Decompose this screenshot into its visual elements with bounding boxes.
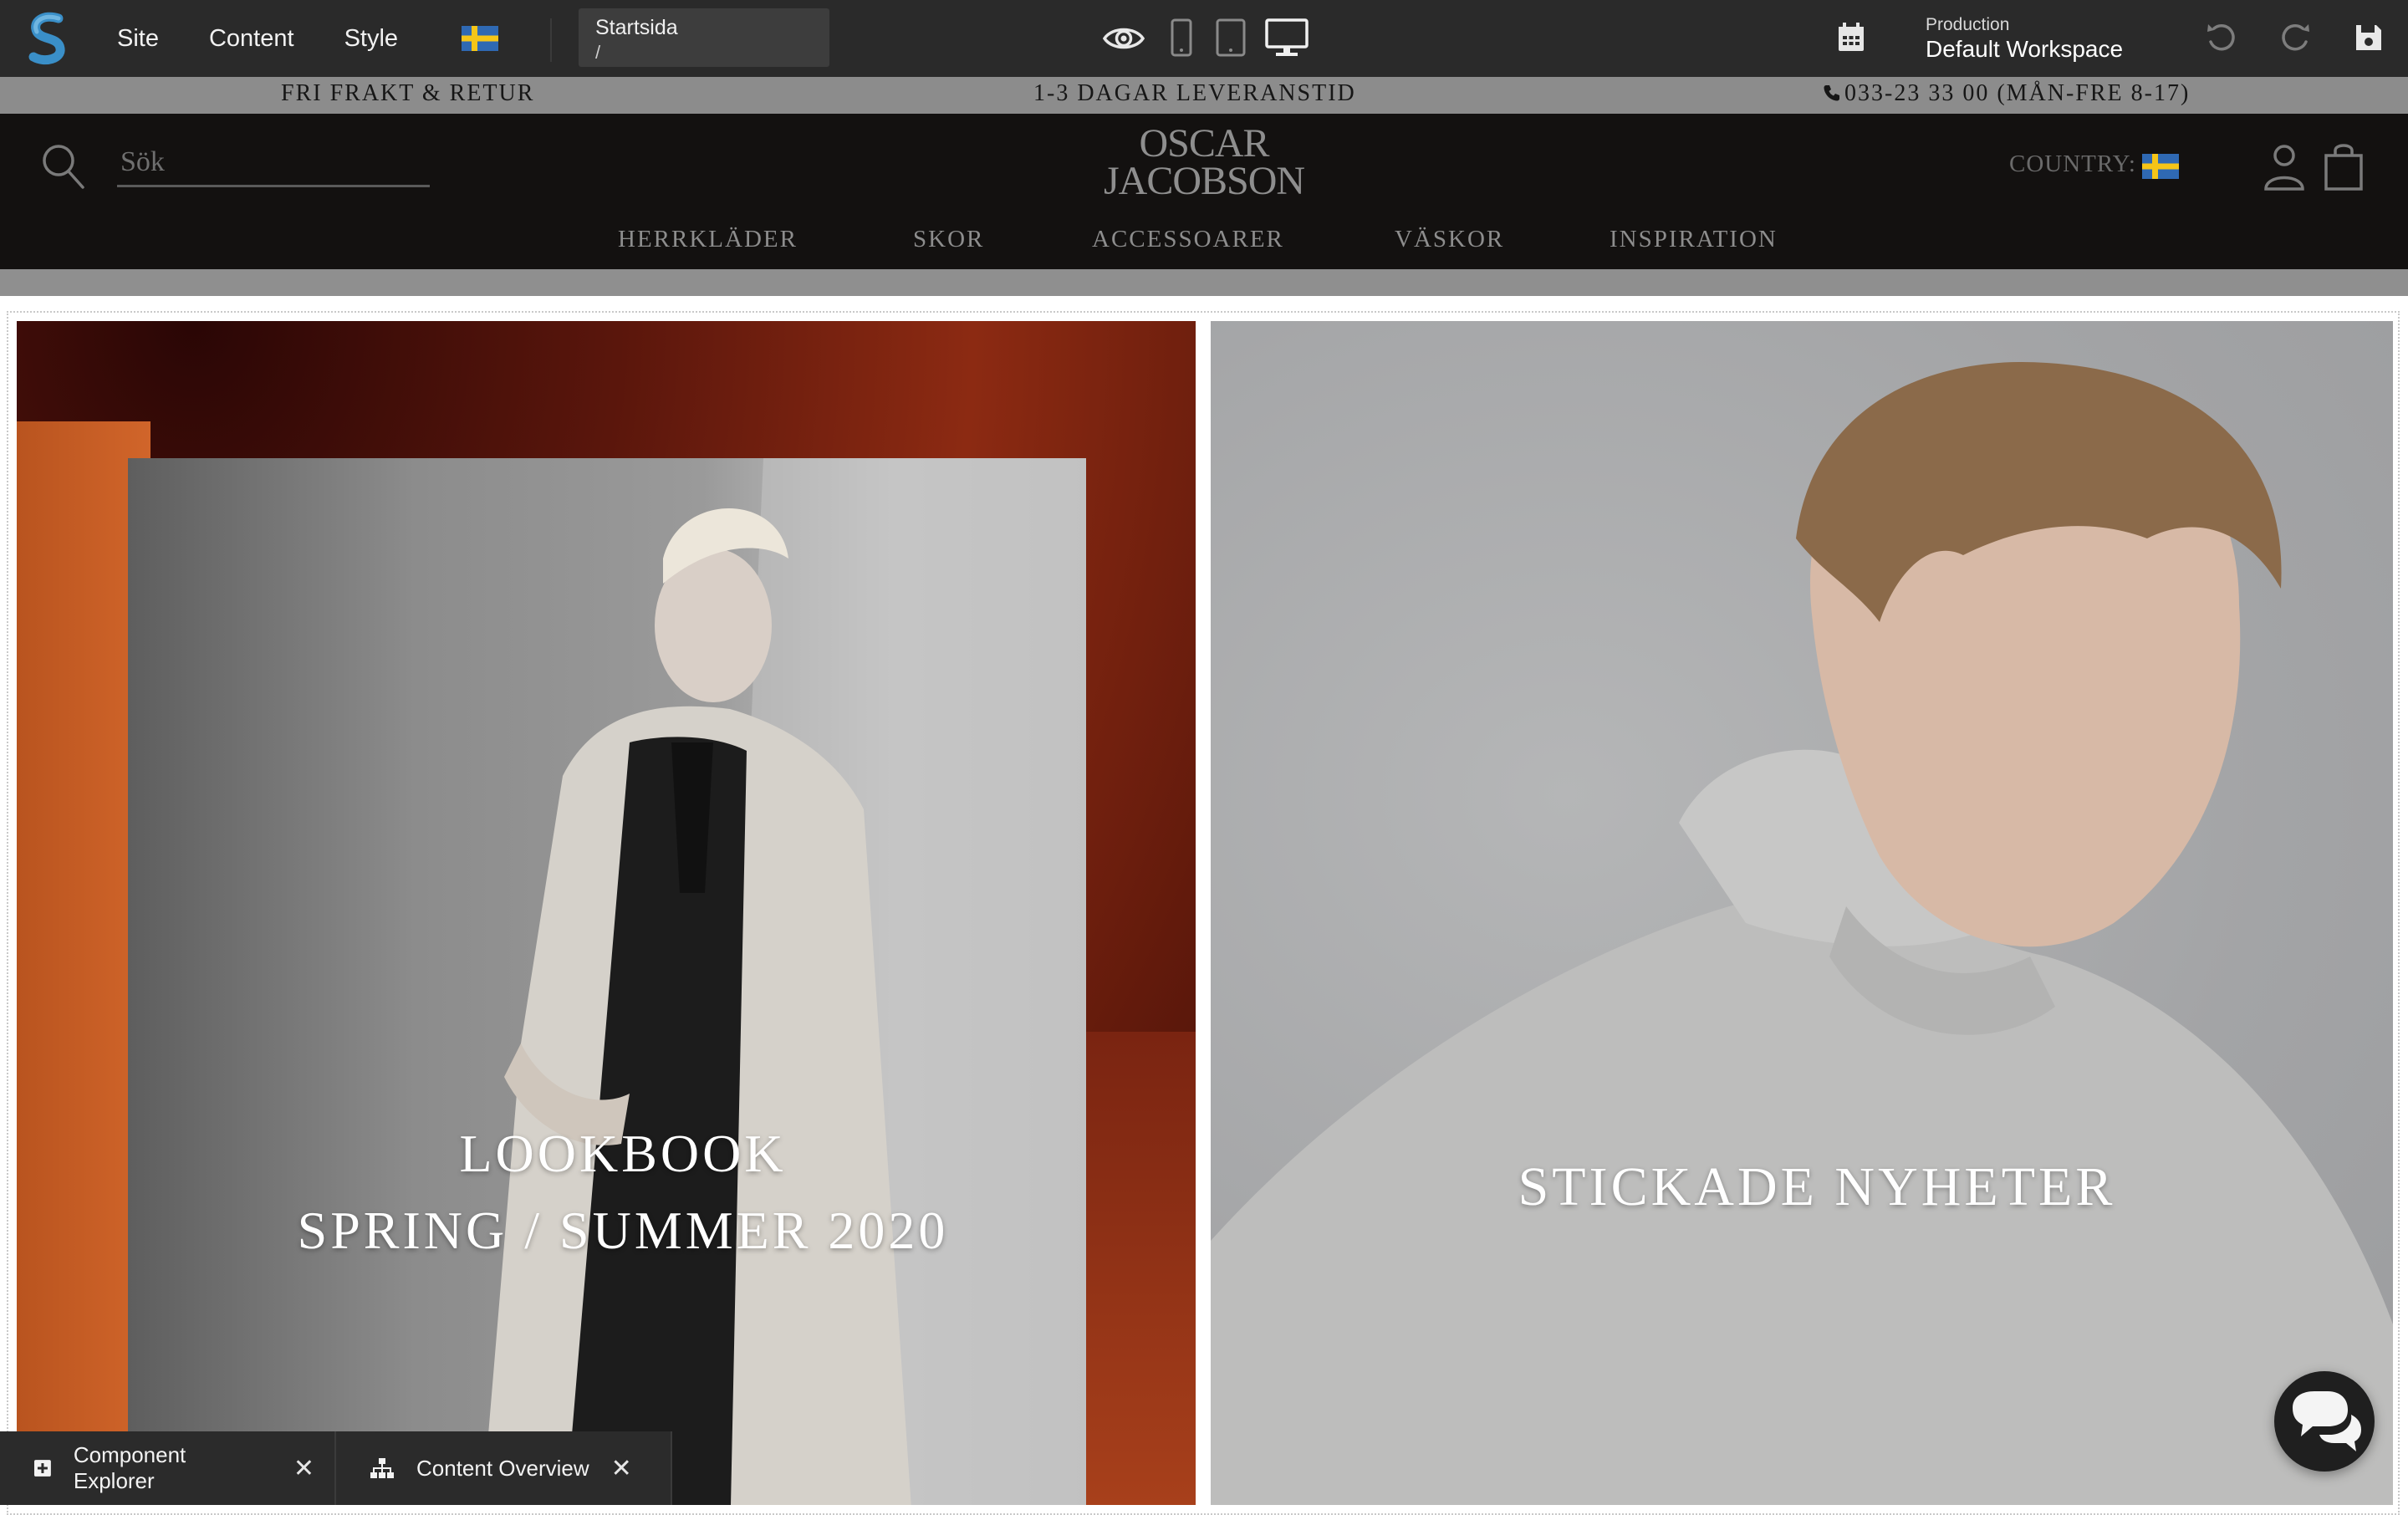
workspace-environment: Production (1926, 15, 2010, 34)
menu-content[interactable]: Content (209, 25, 294, 53)
phone-icon (1824, 85, 1839, 101)
nav-inspiration[interactable]: INSPIRATION (1610, 226, 1778, 253)
desktop-icon[interactable] (1264, 17, 1309, 60)
nav-skor[interactable]: SKOR (913, 226, 984, 253)
preview-eye-icon[interactable] (1102, 17, 1145, 60)
close-icon[interactable]: ✕ (611, 1454, 632, 1483)
brand-logo[interactable]: OSCAR JACOBSON (1087, 121, 1321, 204)
page-name: Startsida (595, 16, 678, 39)
knitwear-model-image (1211, 361, 2393, 1505)
phone-contact[interactable]: 033-23 33 00 (MÅN-FRE 8-17) (1823, 80, 2190, 107)
sweden-flag-icon[interactable] (462, 26, 498, 51)
tab-component-explorer[interactable]: Component Explorer ✕ (0, 1431, 336, 1505)
tab-component-explorer-label: Component Explorer (73, 1442, 186, 1493)
model-silhouette-image (482, 458, 1086, 1505)
add-component-icon (33, 1460, 51, 1477)
search-input[interactable] (117, 139, 430, 187)
page-selector[interactable]: Startsida / (579, 8, 829, 67)
tablet-icon[interactable] (1214, 17, 1247, 60)
close-icon[interactable]: ✕ (293, 1454, 314, 1483)
lookbook-subtitle: SPRING / SUMMER 2020 (297, 1201, 949, 1260)
site-header: OSCAR JACOBSON COUNTRY: HERRKLÄDER SKOR … (0, 114, 2408, 269)
account-icon[interactable] (2263, 142, 2306, 192)
nav-vaskor[interactable]: VÄSKOR (1395, 226, 1504, 253)
phone-number: 033-23 33 00 (MÅN-FRE 8-17) (1844, 80, 2191, 106)
save-icon[interactable] (2354, 23, 2383, 52)
cms-logo-icon[interactable] (25, 12, 70, 65)
calendar-icon[interactable] (1836, 22, 1866, 54)
sitemap-icon (370, 1458, 394, 1478)
lookbook-title: LOOKBOOK (459, 1124, 787, 1183)
knitwear-title: STICKADE NYHETER (1518, 1156, 2116, 1217)
lookbook-caption: LOOKBOOK SPRING / SUMMER 2020 (268, 1115, 978, 1269)
country-selector-label[interactable]: COUNTRY: (2009, 150, 2136, 178)
nav-accessoarer[interactable]: ACCESSOARER (1092, 226, 1284, 253)
workspace-selector[interactable]: Production Default Workspace (1926, 15, 2123, 63)
knitwear-tile[interactable]: STICKADE NYHETER (1211, 321, 2393, 1505)
cms-main-menu: Site Content Style (117, 0, 448, 77)
workspace-name: Default Workspace (1926, 36, 2124, 62)
phone-icon[interactable] (1169, 17, 1194, 60)
search-icon[interactable] (40, 142, 87, 192)
announcement-bar: FRI FRAKT & RETUR 1-3 DAGAR LEVERANSTID … (0, 77, 2408, 114)
header-divider-strip (0, 269, 2408, 296)
lookbook-tile[interactable]: LOOKBOOK SPRING / SUMMER 2020 (17, 321, 1196, 1505)
nav-herrklader[interactable]: HERRKLÄDER (618, 226, 798, 253)
bottom-panel-tabs: Component Explorer ✕ Content Overview ✕ (0, 1431, 672, 1505)
cms-toolbar: Site Content Style Startsida / Productio… (0, 0, 2408, 77)
brand-logo-line2: JACOBSON (1103, 159, 1305, 203)
page-path: / (595, 42, 601, 63)
chat-icon (2293, 1391, 2361, 1451)
menu-style[interactable]: Style (344, 25, 398, 53)
tab-content-overview-label: Content Overview (416, 1455, 589, 1481)
chat-button[interactable] (2274, 1371, 2375, 1472)
tab-content-overview[interactable]: Content Overview ✕ (336, 1431, 672, 1505)
undo-icon[interactable] (2204, 20, 2237, 54)
toolbar-divider (550, 18, 552, 62)
brand-logo-line1: OSCAR (1139, 121, 1269, 166)
free-shipping-text: FRI FRAKT & RETUR (281, 80, 535, 106)
lookbook-photo (128, 458, 1086, 1505)
shopping-bag-icon[interactable] (2323, 142, 2365, 192)
delivery-time-text: 1-3 DAGAR LEVERANSTID (1033, 80, 1356, 106)
sweden-flag-icon[interactable] (2142, 154, 2179, 179)
menu-site[interactable]: Site (117, 25, 159, 53)
main-navigation: HERRKLÄDER SKOR ACCESSOARER VÄSKOR INSPI… (0, 226, 2408, 259)
redo-icon[interactable] (2279, 20, 2313, 54)
